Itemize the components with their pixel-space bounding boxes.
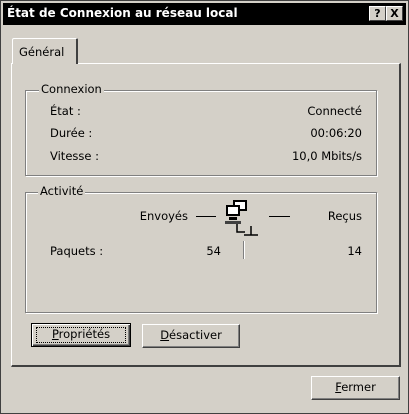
disable-label: ésactiver (169, 328, 222, 342)
duration-value: 00:06:20 (310, 126, 362, 140)
connexion-group-title: Connexion (39, 82, 104, 96)
help-icon: ? (374, 7, 381, 20)
duration-label: Durée : (50, 126, 93, 140)
close-button[interactable]: Fermer (311, 376, 400, 400)
activite-group-title: Activité (38, 184, 86, 198)
connection-status-window: État de Connexion au réseau local ? X Gé… (0, 0, 409, 414)
sent-activity-line (196, 216, 216, 217)
received-label: Reçus (327, 209, 362, 223)
title-bar[interactable]: État de Connexion au réseau local ? X (3, 3, 406, 25)
speed-value: 10,0 Mbits/s (291, 149, 362, 163)
packets-received-value: 14 (347, 244, 362, 258)
sent-label: Envoyés (139, 209, 188, 223)
window-title: État de Connexion au réseau local (7, 6, 238, 20)
tab-general[interactable]: Général (12, 38, 78, 64)
focus-ring (36, 327, 126, 343)
packets-sent-value: 54 (206, 244, 221, 258)
state-label: État : (50, 104, 81, 118)
close-icon: X (390, 7, 399, 20)
disable-button[interactable]: Désactiver (142, 324, 240, 348)
close-label: ermer (341, 380, 376, 394)
properties-button[interactable]: Propriétés (31, 323, 131, 347)
disable-accelerator: D (160, 328, 170, 342)
help-button[interactable]: ? (369, 6, 386, 21)
network-computers-icon (225, 200, 258, 236)
speed-label: Vitesse : (50, 149, 99, 163)
tab-general-label: Général (19, 45, 65, 59)
packets-divider (243, 241, 244, 259)
title-close-button[interactable]: X (386, 6, 403, 21)
packets-label: Paquets : (50, 244, 104, 258)
state-value: Connecté (307, 104, 362, 118)
received-activity-line (269, 216, 290, 217)
